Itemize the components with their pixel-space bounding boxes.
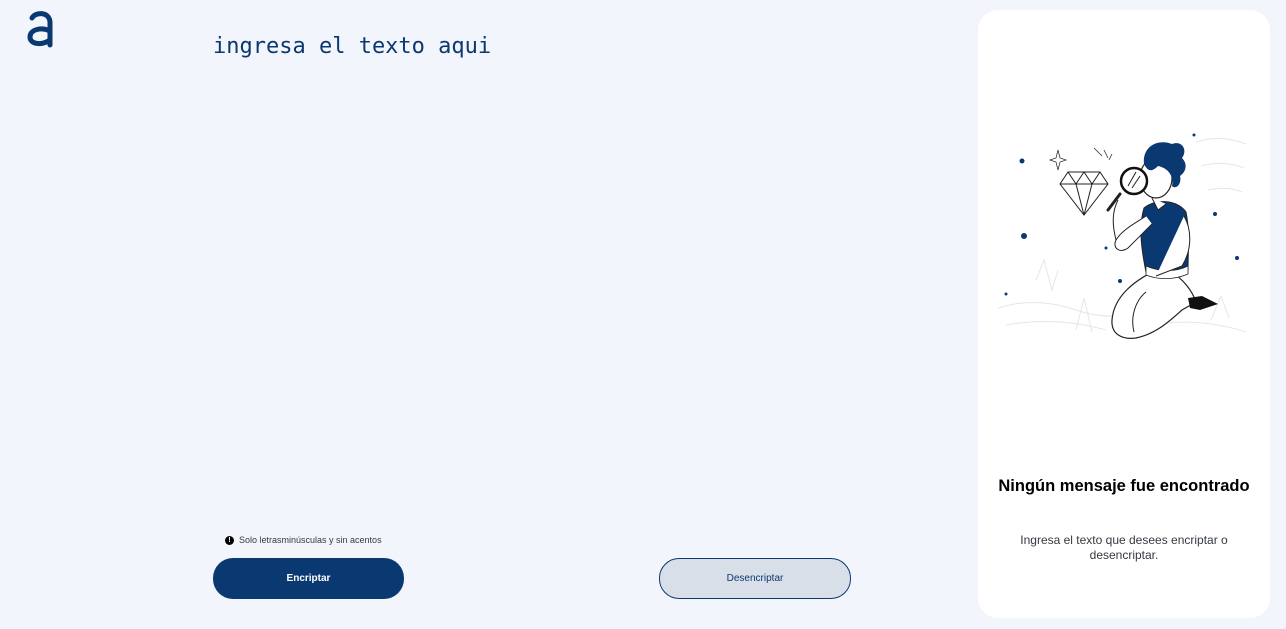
input-hint: ! Solo letrasminúsculas y sin acentos: [225, 535, 382, 545]
panel-title: Ningún mensaje fue encontrado: [998, 477, 1250, 495]
person-with-magnifying-glass-illustration: [997, 133, 1247, 339]
app: ! Solo letrasminúsculas y sin acentos En…: [0, 0, 1286, 629]
output-panel: Ningún mensaje fue encontrado Ingresa el…: [978, 10, 1270, 618]
hint-text: Solo letrasminúsculas y sin acentos: [239, 535, 382, 545]
info-icon: !: [225, 535, 234, 545]
alura-logo: [27, 11, 53, 48]
encrypt-button[interactable]: Encriptar: [213, 558, 404, 599]
text-input[interactable]: [213, 33, 913, 503]
panel-description: Ingresa el texto que desees encriptar o …: [1020, 533, 1228, 562]
decrypt-button[interactable]: Desencriptar: [659, 558, 851, 599]
